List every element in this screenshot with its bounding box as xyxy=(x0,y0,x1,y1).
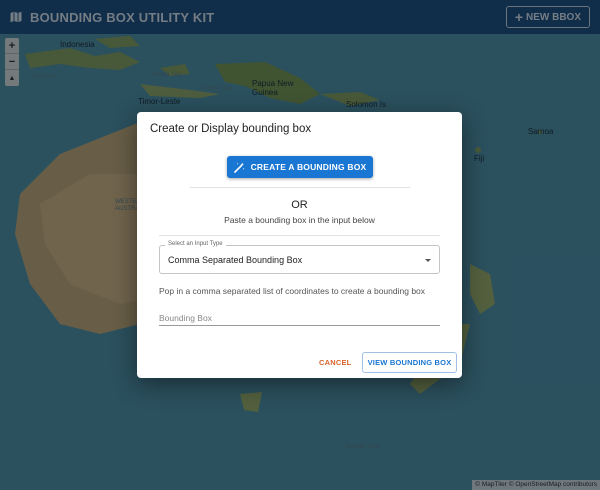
dialog-title: Create or Display bounding box xyxy=(150,123,312,135)
bounding-box-dialog: Create or Display bounding box CREATE A … xyxy=(137,112,462,378)
input-type-label: Select an Input Type xyxy=(165,241,226,247)
divider-top xyxy=(190,187,410,188)
caret-down-icon xyxy=(425,259,431,262)
divider-bottom xyxy=(159,235,440,236)
cancel-button[interactable]: CANCEL xyxy=(319,355,351,369)
bounding-box-input[interactable] xyxy=(159,310,440,326)
helper-text: Pop in a comma separated list of coordin… xyxy=(159,286,426,296)
or-separator: OR xyxy=(291,199,308,211)
paste-instruction: Paste a bounding box in the input below xyxy=(224,215,375,225)
view-bounding-box-button[interactable]: VIEW BOUNDING BOX xyxy=(362,352,457,373)
create-bounding-box-label: CREATE A BOUNDING BOX xyxy=(250,162,367,172)
input-type-value: Comma Separated Bounding Box xyxy=(168,255,303,265)
create-bounding-box-button[interactable]: CREATE A BOUNDING BOX xyxy=(227,156,373,178)
input-type-select[interactable]: Select an Input Type Comma Separated Bou… xyxy=(159,241,440,274)
magic-wand-icon xyxy=(233,161,245,173)
